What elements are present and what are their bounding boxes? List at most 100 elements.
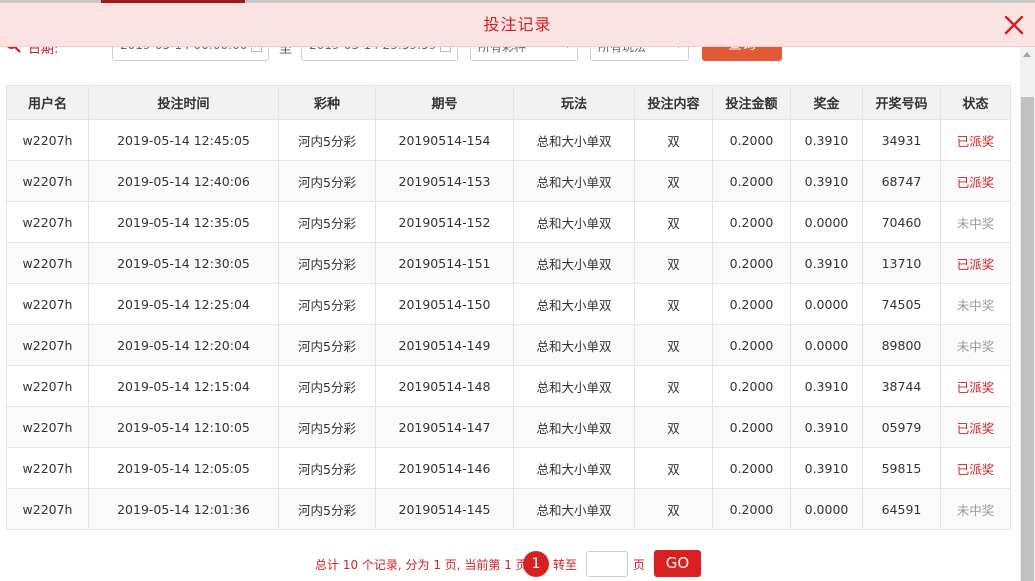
- cell-prize: 0.3910: [790, 447, 863, 489]
- cell-issue: 20190514-146: [375, 447, 514, 489]
- header-amount: 投注金额: [712, 85, 791, 120]
- cell-number: 68747: [862, 160, 941, 202]
- cell-content: 双: [634, 160, 713, 202]
- page-number-input[interactable]: [586, 551, 628, 577]
- cell-issue: 20190514-147: [375, 406, 514, 448]
- cell-time: 2019-05-14 12:30:05: [88, 242, 279, 284]
- table-row: w2207h 2019-05-14 12:20:04 河内5分彩 20190514-1…: [6, 324, 1011, 366]
- cell-play: 总和大小单双: [513, 406, 635, 448]
- cell-issue: 20190514-149: [375, 324, 514, 366]
- cell-play: 总和大小单双: [513, 283, 635, 325]
- bet-records-table: 用户名 投注时间 彩种 期号 玩法 投注内容 投注金额 奖金 开奖号码 状态 w…: [6, 85, 1011, 530]
- cell-issue: 20190514-152: [375, 201, 514, 243]
- cell-user: w2207h: [6, 324, 89, 366]
- cell-prize: 0.3910: [790, 160, 863, 202]
- header-time: 投注时间: [88, 85, 279, 120]
- cell-time: 2019-05-14 12:15:04: [88, 365, 279, 407]
- cell-user: w2207h: [6, 242, 89, 284]
- cell-lottery: 河内5分彩: [278, 406, 376, 448]
- cell-time: 2019-05-14 12:45:05: [88, 119, 279, 161]
- cell-lottery: 河内5分彩: [278, 283, 376, 325]
- cell-play: 总和大小单双: [513, 160, 635, 202]
- modal-header: 投注记录: [0, 3, 1035, 47]
- cell-status: 已派奖: [940, 365, 1011, 407]
- header-content: 投注内容: [634, 85, 713, 120]
- cell-content: 双: [634, 324, 713, 366]
- table-row: w2207h 2019-05-14 12:40:06 河内5分彩 20190514-1…: [6, 160, 1011, 202]
- cell-lottery: 河内5分彩: [278, 365, 376, 407]
- header-prize: 奖金: [790, 85, 863, 120]
- cell-amount: 0.2000: [712, 283, 791, 325]
- cell-status: 未中奖: [940, 324, 1011, 366]
- cell-status: 已派奖: [940, 119, 1011, 161]
- cell-lottery: 河内5分彩: [278, 201, 376, 243]
- header-number: 开奖号码: [862, 85, 941, 120]
- vertical-scrollbar[interactable]: [1020, 47, 1035, 581]
- cell-status: 已派奖: [940, 160, 1011, 202]
- cell-lottery: 河内5分彩: [278, 324, 376, 366]
- scrollbar-thumb[interactable]: [1021, 97, 1034, 581]
- cell-time: 2019-05-14 12:05:05: [88, 447, 279, 489]
- cell-content: 双: [634, 447, 713, 489]
- header-lottery: 彩种: [278, 85, 376, 120]
- cell-content: 双: [634, 365, 713, 407]
- cell-user: w2207h: [6, 201, 89, 243]
- cell-play: 总和大小单双: [513, 119, 635, 161]
- cell-amount: 0.2000: [712, 447, 791, 489]
- go-button[interactable]: GO: [654, 550, 701, 577]
- table-row: w2207h 2019-05-14 12:01:36 河内5分彩 20190514-1…: [6, 488, 1011, 530]
- cell-play: 总和大小单双: [513, 324, 635, 366]
- cell-user: w2207h: [6, 160, 89, 202]
- cell-number: 70460: [862, 201, 941, 243]
- cell-prize: 0.3910: [790, 242, 863, 284]
- page-unit-label: 页: [633, 558, 646, 572]
- cell-time: 2019-05-14 12:35:05: [88, 201, 279, 243]
- table-row: w2207h 2019-05-14 12:35:05 河内5分彩 20190514-1…: [6, 201, 1011, 243]
- cell-amount: 0.2000: [712, 160, 791, 202]
- close-icon[interactable]: [1003, 14, 1025, 36]
- table-row: w2207h 2019-05-14 12:30:05 河内5分彩 20190514-1…: [6, 242, 1011, 284]
- cell-issue: 20190514-148: [375, 365, 514, 407]
- cell-content: 双: [634, 283, 713, 325]
- cell-issue: 20190514-151: [375, 242, 514, 284]
- cell-issue: 20190514-153: [375, 160, 514, 202]
- cell-amount: 0.2000: [712, 488, 791, 530]
- cell-number: 74505: [862, 283, 941, 325]
- cell-play: 总和大小单双: [513, 488, 635, 530]
- cell-prize: 0.3910: [790, 406, 863, 448]
- cell-number: 34931: [862, 119, 941, 161]
- header-issue: 期号: [375, 85, 514, 120]
- cell-lottery: 河内5分彩: [278, 447, 376, 489]
- scroll-up-icon[interactable]: [1023, 52, 1031, 57]
- cell-play: 总和大小单双: [513, 365, 635, 407]
- cell-number: 38744: [862, 365, 941, 407]
- cell-number: 89800: [862, 324, 941, 366]
- cell-prize: 0.0000: [790, 201, 863, 243]
- cell-prize: 0.3910: [790, 365, 863, 407]
- table-row: w2207h 2019-05-14 12:25:04 河内5分彩 20190514-1…: [6, 283, 1011, 325]
- cell-amount: 0.2000: [712, 324, 791, 366]
- cell-user: w2207h: [6, 119, 89, 161]
- cell-status: 已派奖: [940, 406, 1011, 448]
- cell-content: 双: [634, 119, 713, 161]
- cell-time: 2019-05-14 12:40:06: [88, 160, 279, 202]
- cell-prize: 0.3910: [790, 119, 863, 161]
- header-user: 用户名: [6, 85, 89, 120]
- cell-user: w2207h: [6, 447, 89, 489]
- cell-content: 双: [634, 242, 713, 284]
- current-page-button[interactable]: 1: [523, 551, 549, 577]
- table-row: w2207h 2019-05-14 12:05:05 河内5分彩 20190514-1…: [6, 447, 1011, 489]
- cell-user: w2207h: [6, 283, 89, 325]
- cell-time: 2019-05-14 12:10:05: [88, 406, 279, 448]
- cell-number: 59815: [862, 447, 941, 489]
- cell-time: 2019-05-14 12:25:04: [88, 283, 279, 325]
- cell-lottery: 河内5分彩: [278, 160, 376, 202]
- cell-amount: 0.2000: [712, 201, 791, 243]
- cell-issue: 20190514-145: [375, 488, 514, 530]
- cell-amount: 0.2000: [712, 242, 791, 284]
- cell-amount: 0.2000: [712, 365, 791, 407]
- modal-title: 投注记录: [483, 15, 552, 34]
- cell-amount: 0.2000: [712, 119, 791, 161]
- cell-prize: 0.0000: [790, 488, 863, 530]
- cell-content: 双: [634, 488, 713, 530]
